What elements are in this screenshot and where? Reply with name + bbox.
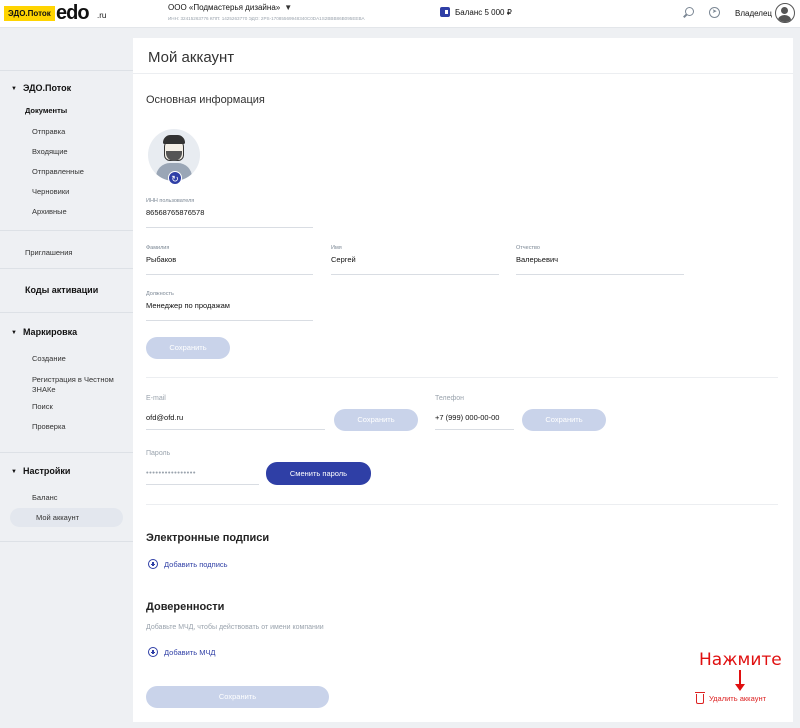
inn-value: 86568765876578 [146,208,205,217]
email-value: ofd@ofd.ru [146,413,184,422]
sidebar-item-send[interactable]: Отправка [32,127,65,137]
first-name-value: Сергей [331,255,356,264]
sidebar-item-archive[interactable]: Архивные [32,207,67,217]
title-bar: Мой аккаунт [133,38,793,74]
poa-heading: Доверенности [146,601,225,613]
sidebar-item-my-account[interactable]: Мой аккаунт [10,508,123,527]
change-password-button[interactable]: Сменить пароль [266,462,371,485]
sidebar-item-search[interactable]: Поиск [32,402,53,412]
save-all-button[interactable]: Сохранить [146,686,329,708]
triangle-down-icon: ▼ [11,86,17,92]
password-field[interactable]: Пароль •••••••••••••••• [146,450,259,485]
company-meta: ИНН: 32415263776 КПП: 1425263770 ЭДО: 2P… [168,16,365,21]
last-name-value: Рыбаков [146,255,177,264]
main-panel: Мой аккаунт Основная информация ↻ ИНН по… [133,38,793,722]
sidebar-item-sent[interactable]: Отправленные [32,167,84,177]
sidebar-item-activation-codes[interactable]: Коды активации [25,285,98,295]
divider [146,377,778,378]
plus-circle-icon [148,559,158,569]
add-mchd-label: Добавить МЧД [164,647,216,657]
edo-logo[interactable]: edo [56,2,90,25]
sidebar-item-incoming[interactable]: Входящие [32,147,68,157]
plus-circle-icon [148,647,158,657]
middle-name-field[interactable]: Отчество Валерьевич [516,245,684,275]
middle-name-value: Валерьевич [516,255,559,264]
position-value: Менеджер по продажам [146,301,230,310]
basic-info-heading: Основная информация [146,94,265,106]
sidebar-item-balance[interactable]: Баланс [32,493,58,503]
phone-value: +7 (999) 000-00-00 [435,413,500,422]
password-value: •••••••••••••••• [146,468,197,477]
sidebar: ▼ ЭДО.Поток Документы Отправка Входящие О… [0,28,133,728]
save-email-button[interactable]: Сохранить [334,409,418,431]
sidebar-item-registration[interactable]: Регистрация в Честном ЗНАКе [32,375,127,395]
avatar-hat [163,135,185,144]
wallet-icon [440,7,450,17]
add-signature-label: Добавить подпись [164,559,228,569]
balance-text: Баланс 5 000 ₽ [455,7,512,17]
save-phone-button[interactable]: Сохранить [522,409,606,431]
click-here-annotation: Нажмите [699,650,782,670]
email-field[interactable]: E-mail ofd@ofd.ru [146,395,325,430]
page-title: Мой аккаунт [148,49,235,66]
search-icon[interactable] [685,7,694,16]
inn-label: ИНН пользователя [146,198,195,204]
change-photo-icon[interactable]: ↻ [168,171,182,185]
user-avatar-icon[interactable] [775,3,795,23]
sidebar-item-create[interactable]: Создание [32,354,66,364]
add-mchd-link[interactable]: Добавить МЧД [148,647,215,657]
middle-name-label: Отчество [516,245,540,251]
password-label: Пароль [146,450,171,457]
first-name-label: Имя [331,245,342,251]
phone-label: Телефон [435,395,465,402]
caret-down-icon: ▼ [284,3,293,12]
phone-field[interactable]: Телефон +7 (999) 000-00-00 [435,395,514,430]
sidebar-section-settings-title[interactable]: ▼ Настройки [11,466,70,476]
save-profile-button[interactable]: Сохранить [146,337,230,359]
sidebar-item-check[interactable]: Проверка [32,422,66,432]
balance-link[interactable]: Баланс 5 000 ₽ [440,7,512,17]
inn-field[interactable]: ИНН пользователя 86568765876578 [146,198,313,228]
last-name-label: Фамилия [146,245,170,251]
arrow-down-icon [735,670,745,691]
triangle-down-icon: ▼ [11,469,17,475]
telegram-icon[interactable]: ➤ [709,7,720,18]
top-header: ЭДО.Поток edo .ru ООО «Подмастерья дизай… [0,0,800,28]
add-signature-link[interactable]: Добавить подпись [148,559,228,569]
triangle-down-icon: ▼ [11,330,17,336]
sidebar-item-drafts[interactable]: Черновики [32,187,69,197]
sidebar-section-edo-title[interactable]: ▼ ЭДО.Поток [11,83,71,93]
company-name: ООО «Подмастерья дизайна» [168,3,281,12]
logo-suffix: .ru [97,11,107,20]
position-label: Должность [146,291,174,297]
divider [146,504,778,505]
position-field[interactable]: Должность Менеджер по продажам [146,291,313,321]
delete-account-label: Удалить аккаунт [709,693,767,703]
user-role[interactable]: Владелец [735,9,772,18]
delete-account-link[interactable]: Удалить аккаунт [695,692,767,704]
poa-hint: Добавьте МЧД, чтобы действовать от имени… [146,624,324,631]
signatures-heading: Электронные подписи [146,532,270,544]
first-name-field[interactable]: Имя Сергей [331,245,499,275]
sidebar-item-invitations[interactable]: Приглашения [25,248,72,258]
sidebar-documents[interactable]: Документы [25,106,67,115]
sidebar-section-marking-title[interactable]: ▼ Маркировка [11,327,77,337]
company-selector[interactable]: ООО «Подмастерья дизайна» ▼ [168,3,292,12]
last-name-field[interactable]: Фамилия Рыбаков [146,245,313,275]
edo-potok-badge[interactable]: ЭДО.Поток [4,6,55,21]
email-label: E-mail [146,395,166,402]
trash-icon [695,692,705,704]
